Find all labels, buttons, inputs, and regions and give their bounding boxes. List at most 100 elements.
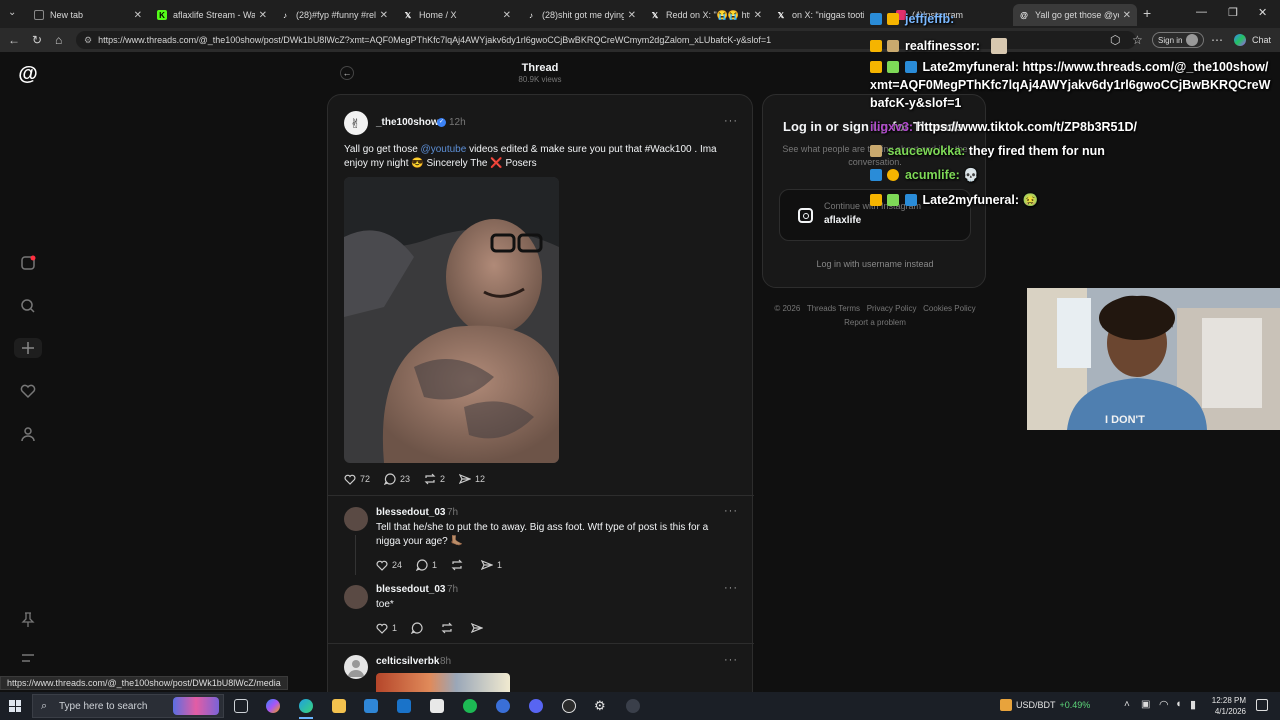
chat-badge-icon	[870, 145, 882, 157]
volume-icon[interactable]: ◖	[1175, 698, 1182, 710]
tab-threads-active[interactable]: @ Yall go get those @yout ✕	[1013, 4, 1137, 26]
tab-x-post[interactable]: 𝕏 on X: "niggas tootin	[770, 4, 870, 26]
extensions-icon[interactable]: ⬡	[1110, 33, 1120, 47]
discord-icon[interactable]	[529, 699, 543, 713]
tab-close-icon[interactable]: ✕	[134, 10, 142, 21]
login-with-username-link[interactable]: Log in with username instead	[763, 259, 987, 269]
refresh-icon[interactable]: ↻	[32, 33, 42, 47]
currency-ticker[interactable]: USD/BDT +0.49%	[1016, 700, 1090, 710]
chat-label[interactable]: Chat	[1252, 35, 1271, 45]
menu-icon[interactable]	[18, 648, 38, 668]
share-button[interactable]: 1	[481, 559, 502, 571]
app-icon[interactable]	[496, 699, 510, 713]
outlook-icon[interactable]	[397, 699, 411, 713]
tab-x-home[interactable]: 𝕏 Home / X ✕	[397, 4, 517, 26]
edge-icon[interactable]	[299, 699, 313, 713]
wifi-icon[interactable]: ◠	[1159, 698, 1169, 711]
tab-tiktok-1[interactable]: ♪ (28)#fyp #funny #relata ✕	[274, 4, 394, 26]
tab-close-icon[interactable]: ✕	[754, 10, 762, 21]
threads-logo-icon[interactable]: @	[18, 63, 38, 85]
share-button[interactable]	[471, 622, 487, 634]
reply-username[interactable]: celticsilverbk	[376, 656, 439, 667]
like-button[interactable]: 24	[376, 560, 402, 571]
avatar[interactable]: ✌	[344, 111, 368, 135]
home-icon[interactable]: ⌂	[55, 33, 62, 47]
divider	[328, 643, 754, 644]
minimize-icon[interactable]: —	[1196, 6, 1207, 18]
reply-username[interactable]: blessedout_03	[376, 507, 445, 518]
site-info-icon[interactable]: ⚙	[84, 35, 92, 46]
chat-badge-icon	[887, 40, 900, 52]
reply-more-icon[interactable]: ···	[724, 654, 738, 666]
tab-x-redd[interactable]: 𝕏 Redd on X: "😭😭 http ✕	[644, 4, 768, 26]
microsoft-store-icon[interactable]	[364, 699, 378, 713]
sign-in-button[interactable]: Sign in	[1152, 32, 1204, 48]
profile-icon[interactable]	[18, 424, 38, 444]
tab-close-icon[interactable]: ✕	[380, 10, 388, 21]
taskbar-search-input[interactable]: ⌕ Type here to search	[32, 694, 224, 718]
like-button[interactable]: 1	[376, 623, 397, 634]
reply-actions: 24 1 1	[376, 559, 516, 571]
copilot-icon[interactable]	[266, 699, 280, 713]
post-more-icon[interactable]: ···	[724, 115, 738, 127]
tab-new-tab[interactable]: New tab ✕	[28, 4, 148, 26]
share-button[interactable]: 12	[459, 473, 485, 485]
obs-icon[interactable]	[562, 699, 576, 713]
cookies-link[interactable]: Cookies Policy	[923, 304, 975, 313]
repost-button[interactable]: 2	[424, 473, 445, 485]
comment-button[interactable]: 1	[416, 559, 437, 571]
avatar[interactable]	[344, 507, 368, 531]
tray-app-icon[interactable]: ▣	[1141, 699, 1150, 710]
start-windows-icon[interactable]	[9, 700, 21, 712]
new-tab-plus-icon[interactable]: +	[1143, 5, 1151, 21]
notepad-icon[interactable]	[430, 699, 444, 713]
pin-icon[interactable]	[18, 610, 38, 630]
task-view-icon[interactable]	[234, 699, 248, 713]
settings-gear-icon[interactable]: ⚙	[594, 699, 608, 713]
terms-link[interactable]: Threads Terms	[807, 304, 860, 313]
tab-label: New tab	[50, 10, 84, 20]
repost-button[interactable]	[451, 559, 467, 571]
tab-close-icon[interactable]: ✕	[503, 10, 511, 21]
chat-text: they fired them for nun	[968, 144, 1105, 158]
tab-kick-stream[interactable]: K aflaxlife Stream - Watch ✕	[151, 4, 273, 26]
favorites-icon[interactable]: ☆	[1132, 33, 1143, 47]
chat-username: realfinessor:	[904, 39, 980, 53]
tray-chevron-icon[interactable]: ˄	[1124, 699, 1130, 710]
tab-list-chevron-icon[interactable]: ⌄	[8, 7, 16, 18]
activity-heart-icon[interactable]	[18, 381, 38, 401]
tab-close-icon[interactable]: ✕	[259, 10, 267, 21]
microphone-icon[interactable]: ▮	[1190, 698, 1196, 711]
comment-button[interactable]	[411, 622, 427, 634]
app-arrow-icon[interactable]	[626, 699, 640, 713]
search-icon[interactable]	[18, 296, 38, 316]
close-window-icon[interactable]: ✕	[1258, 6, 1267, 19]
reply-username[interactable]: blessedout_03	[376, 584, 445, 595]
more-menu-icon[interactable]: ⋯	[1211, 33, 1223, 47]
like-button[interactable]: 72	[344, 474, 370, 485]
feed-icon[interactable]	[18, 253, 38, 273]
tab-close-icon[interactable]: ✕	[1123, 10, 1131, 21]
youtube-mention-link[interactable]: @youtube	[421, 144, 467, 155]
report-link[interactable]: Report a problem	[844, 318, 906, 327]
reply-more-icon[interactable]: ···	[724, 582, 738, 594]
avatar[interactable]	[344, 585, 368, 609]
privacy-link[interactable]: Privacy Policy	[867, 304, 917, 313]
restore-icon[interactable]: ❐	[1228, 6, 1238, 19]
back-icon[interactable]: ←	[8, 33, 20, 47]
post-image[interactable]	[344, 177, 559, 463]
taskbar-clock[interactable]: 12:28 PM 4/1/2026	[1200, 695, 1246, 717]
copilot-icon[interactable]	[1234, 34, 1246, 46]
avatar[interactable]	[344, 655, 368, 679]
post-username[interactable]: _the100show	[376, 117, 439, 128]
tab-tiktok-2[interactable]: ♪ (28)shit got me dying😭 ✕	[520, 4, 642, 26]
file-explorer-icon[interactable]	[332, 699, 346, 713]
spotify-icon[interactable]	[463, 699, 477, 713]
repost-button[interactable]	[441, 622, 457, 634]
notification-icon[interactable]	[1256, 699, 1268, 711]
tab-close-icon[interactable]: ✕	[628, 10, 636, 21]
reply-more-icon[interactable]: ···	[724, 505, 738, 517]
create-plus-icon[interactable]	[14, 338, 42, 358]
comment-button[interactable]: 23	[384, 473, 410, 485]
repost-count: 2	[440, 474, 446, 484]
